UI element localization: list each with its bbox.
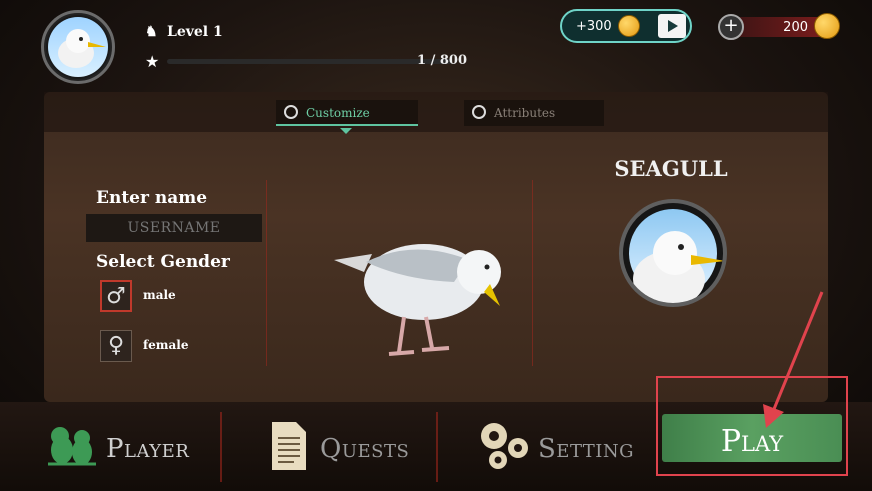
- tab-customize[interactable]: Customize: [276, 100, 418, 126]
- seagull-model[interactable]: [304, 202, 544, 402]
- customize-panel: Customize Attributes Enter name Select G…: [44, 92, 828, 402]
- tv-play-icon: [658, 14, 686, 38]
- top-bar: ♞ Level 1 ★ 1 / 800 +300 + 200: [0, 0, 872, 90]
- birds-icon: [48, 427, 96, 466]
- nav-player[interactable]: Player: [44, 420, 194, 476]
- username-input[interactable]: [86, 214, 262, 242]
- play-button[interactable]: Play: [656, 376, 848, 476]
- male-icon: ♂: [100, 280, 132, 312]
- nav-setting[interactable]: Setting: [476, 420, 636, 476]
- species-name: SEAGULL: [614, 156, 728, 181]
- add-coins-button[interactable]: +: [718, 14, 744, 40]
- coin-amount: 200: [783, 20, 808, 35]
- active-tab-indicator: [340, 128, 352, 134]
- gender-option-female[interactable]: ♀ female: [100, 330, 260, 364]
- level-row: ♞ Level 1: [145, 24, 223, 40]
- video-bonus-amount: +300: [576, 19, 612, 34]
- compass-icon: [284, 105, 298, 119]
- nav-separator: [220, 412, 222, 482]
- divider: [266, 180, 267, 366]
- xp-text: 1 / 800: [417, 53, 467, 68]
- coin-icon: [814, 13, 840, 39]
- knight-icon: ♞: [145, 24, 158, 40]
- level-label: Level 1: [167, 24, 223, 40]
- tab-customize-label: Customize: [306, 106, 370, 120]
- star-icon: ★: [145, 52, 160, 71]
- gender-male-label: male: [143, 288, 176, 302]
- coin-balance: + 200: [718, 13, 842, 41]
- player-avatar[interactable]: [41, 10, 115, 84]
- tab-attributes[interactable]: Attributes: [464, 100, 604, 126]
- gears-icon: [481, 423, 528, 469]
- tab-strip: Customize Attributes: [44, 92, 828, 134]
- play-button-label: Play: [720, 424, 784, 459]
- nav-separator: [436, 412, 438, 482]
- compass-icon: [472, 105, 486, 119]
- xp-row: ★ 1 / 800: [145, 52, 467, 72]
- seagull-portrait-image: [629, 209, 723, 303]
- gender-female-label: female: [143, 338, 189, 352]
- female-icon: ♀: [100, 330, 132, 362]
- gender-option-male[interactable]: ♂ male: [100, 280, 260, 314]
- select-gender-label: Select Gender: [96, 252, 230, 272]
- nav-quests[interactable]: Quests: [272, 420, 412, 476]
- species-portrait: [619, 199, 727, 307]
- enter-name-label: Enter name: [96, 188, 208, 208]
- watch-video-reward-button[interactable]: +300: [560, 9, 692, 43]
- nav-setting-label: Setting: [538, 434, 635, 464]
- tab-attributes-label: Attributes: [494, 106, 556, 120]
- nav-player-label: Player: [106, 434, 190, 464]
- coin-icon: [618, 15, 640, 37]
- nav-quests-label: Quests: [320, 434, 410, 464]
- document-icon: [272, 422, 306, 470]
- seagull-avatar-image: [48, 17, 108, 77]
